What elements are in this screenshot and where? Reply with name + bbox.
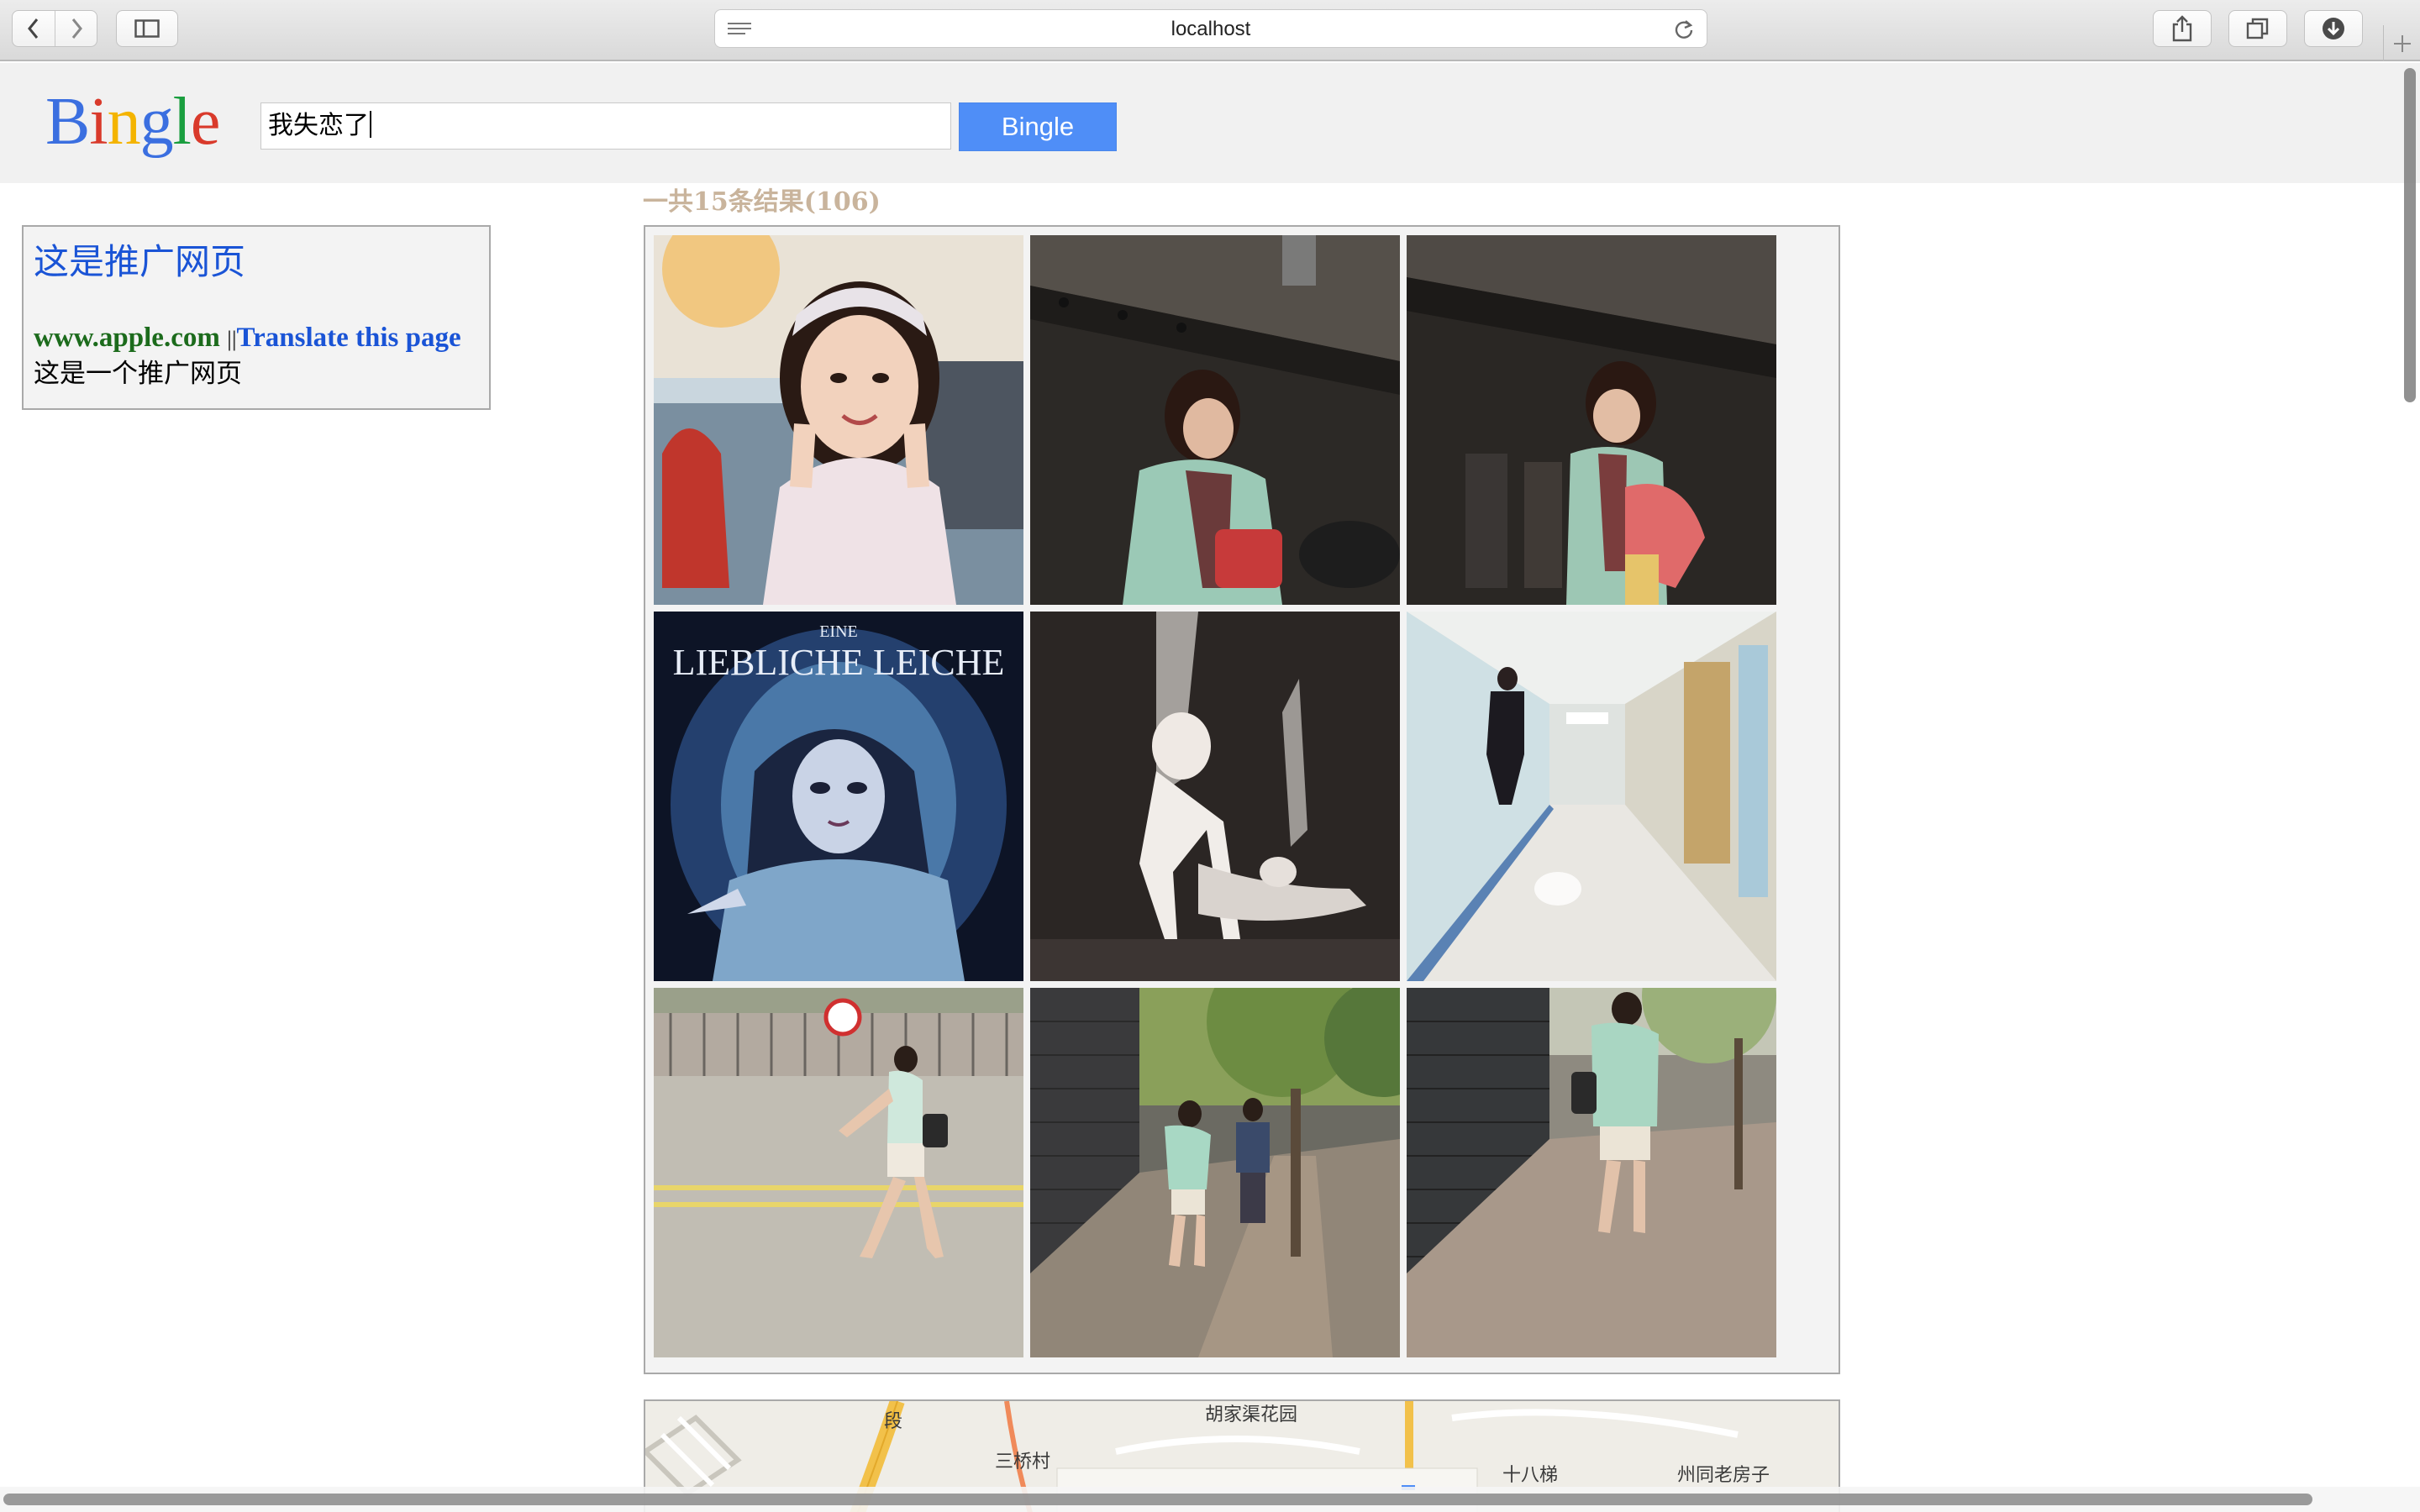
back-button[interactable] <box>13 11 55 46</box>
text-caret <box>370 111 371 138</box>
forward-button[interactable] <box>55 11 97 46</box>
share-button[interactable] <box>2153 10 2212 47</box>
plus-icon <box>2393 34 2411 52</box>
photo-woman-walking-sidewalk <box>1407 988 1776 1357</box>
photo-woman-pink-bag <box>1407 235 1776 605</box>
image-result-7[interactable] <box>654 988 1023 1357</box>
promoted-url-line: www.apple.com ||Translate this page <box>34 321 479 356</box>
photo-hospital-corridor <box>1407 612 1776 981</box>
downloads-button[interactable] <box>2304 10 2363 47</box>
photo-bw-dancers <box>1030 612 1400 981</box>
logo-letter: e <box>190 85 221 159</box>
new-tab-button[interactable] <box>2383 25 2420 61</box>
vertical-scroll-thumb[interactable] <box>2404 68 2416 402</box>
poster-caption: LIEBLICHE LEICHE <box>673 642 1005 683</box>
search-query-text: 我失恋了 <box>268 111 369 140</box>
nav-buttons <box>12 10 97 47</box>
logo-letter: n <box>107 85 141 159</box>
map-label-zhoutong: 州同老房子 <box>1677 1465 1770 1486</box>
photo-woman-mint-jacket <box>1030 235 1400 605</box>
horizontal-scrollbar[interactable] <box>0 1487 2420 1512</box>
image-result-8[interactable] <box>1030 988 1400 1357</box>
image-result-2[interactable] <box>1030 235 1400 605</box>
photo-cafe-selfie <box>654 235 1023 605</box>
download-icon <box>2323 18 2344 39</box>
tabs-overview-button[interactable] <box>2228 10 2287 47</box>
map-label-duan: 段 <box>884 1411 903 1432</box>
photo-corpse-bride-poster: EINE LIEBLICHE LEICHE <box>654 612 1023 981</box>
image-result-4[interactable]: EINE LIEBLICHE LEICHE <box>654 612 1023 981</box>
address-bar[interactable]: localhost <box>714 9 1707 48</box>
image-result-5[interactable] <box>1030 612 1400 981</box>
map-label-shibati: 十八梯 <box>1502 1465 1559 1486</box>
search-button[interactable]: Bingle <box>959 102 1117 151</box>
logo-letter: B <box>45 85 90 159</box>
photo-woman-crossing-street <box>654 988 1023 1357</box>
image-result-9[interactable] <box>1407 988 1776 1357</box>
search-input[interactable]: 我失恋了 <box>260 102 951 150</box>
separator: || <box>227 327 237 351</box>
poster-caption-top: EINE <box>819 622 858 641</box>
address-text[interactable]: localhost <box>715 10 1707 49</box>
photo-couple-sidewalk <box>1030 988 1400 1357</box>
map-label-hujiaqu: 胡家渠花园 <box>1205 1404 1298 1425</box>
chevron-right-icon <box>71 18 82 39</box>
translate-link[interactable]: Translate this page <box>237 323 461 353</box>
tabs-overview-icon <box>2246 18 2269 39</box>
logo-letter: g <box>139 85 174 159</box>
logo-letter: i <box>89 85 108 159</box>
promoted-result: 这是推广网页 www.apple.com ||Translate this pa… <box>22 225 491 410</box>
bingle-logo[interactable]: Bingle <box>45 80 221 164</box>
vertical-scrollbar[interactable] <box>2400 63 2420 1491</box>
image-result-6[interactable] <box>1407 612 1776 981</box>
sidebar-icon <box>134 19 160 38</box>
promoted-title-link[interactable]: 这是推广网页 <box>34 239 479 286</box>
result-count: 一共15条结果(106) <box>643 187 881 217</box>
image-result-1[interactable] <box>654 235 1023 605</box>
chevron-left-icon <box>28 18 39 39</box>
image-results-grid: EINE LIEBLICHE LEICHE <box>644 225 1840 1374</box>
share-icon <box>2172 15 2192 42</box>
horizontal-scroll-thumb[interactable] <box>3 1494 2312 1505</box>
logo-letter: l <box>172 85 192 159</box>
reload-icon[interactable] <box>1673 18 1695 40</box>
sidebar-button[interactable] <box>116 10 178 47</box>
image-result-3[interactable] <box>1407 235 1776 605</box>
promoted-url[interactable]: www.apple.com <box>34 323 220 353</box>
map-label-sanqiaocun: 三桥村 <box>995 1452 1051 1473</box>
search-header: Bingle 我失恋了 Bingle <box>0 63 2420 183</box>
browser-toolbar: localhost <box>0 0 2420 61</box>
promoted-description: 这是一个推广网页 <box>34 359 242 389</box>
